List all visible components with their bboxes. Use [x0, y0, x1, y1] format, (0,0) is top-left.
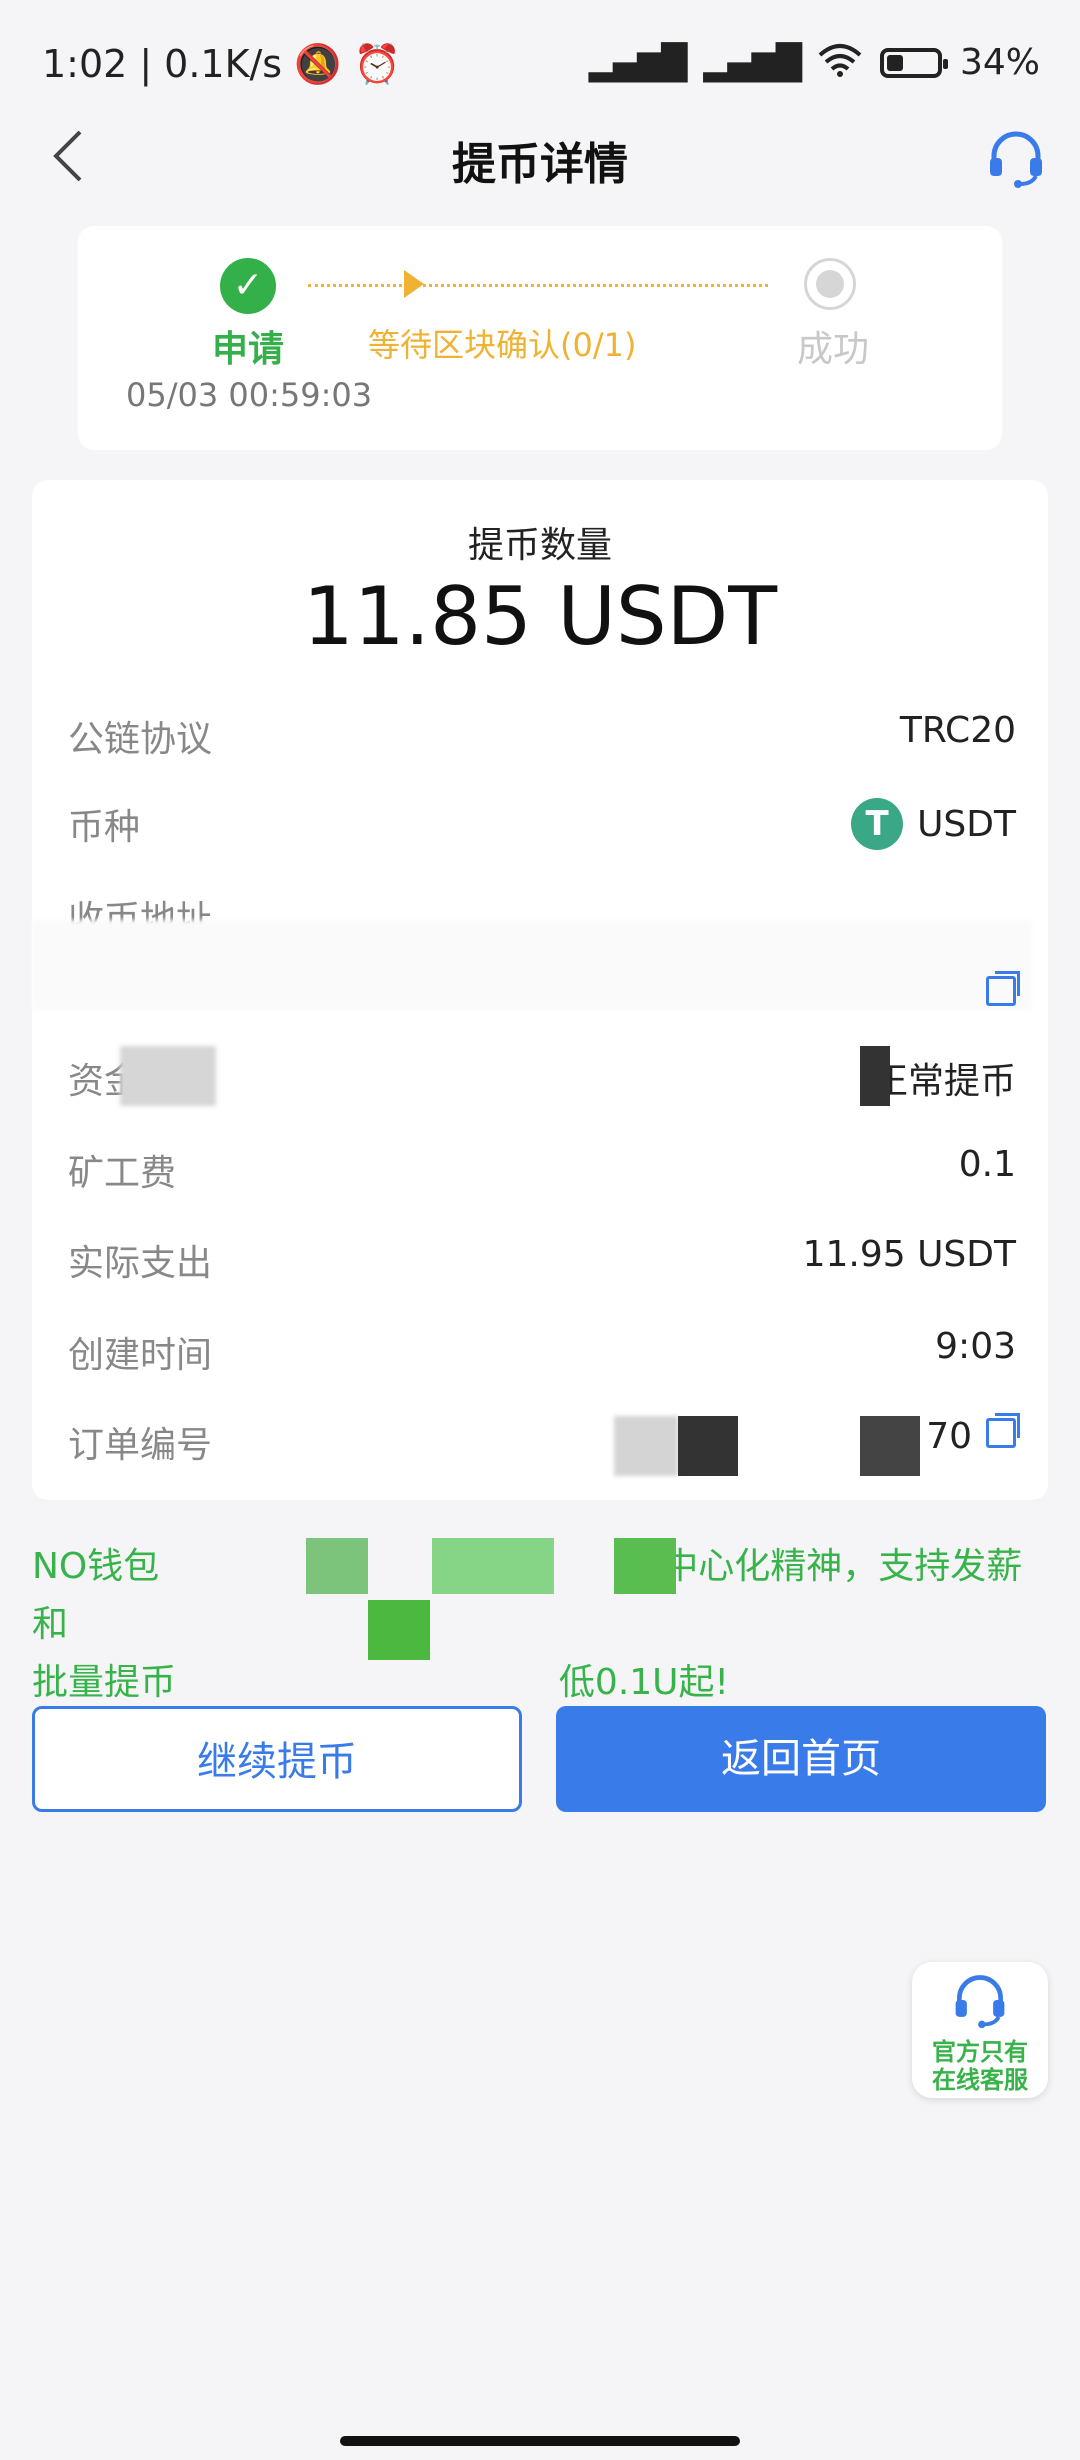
- step-apply-label: 申请: [211, 329, 284, 370]
- row-value: 11.95 USDT: [802, 1234, 1016, 1275]
- row-value: 0.1: [958, 1144, 1016, 1185]
- row-value: TRC20: [899, 710, 1016, 751]
- amount-value: 11.85 USDT: [302, 570, 778, 663]
- online-service-button[interactable]: 官方只有 在线客服: [912, 1962, 1048, 2098]
- step-confirm-label: 等待区块确认(0/1): [368, 326, 637, 364]
- notice-text: 批量提币: [32, 1662, 177, 1703]
- progress-connector: [308, 284, 768, 287]
- row-created: 创建时间 9:03: [68, 1326, 1016, 1386]
- status-time: 1:02: [42, 42, 128, 86]
- battery-icon: [879, 47, 948, 78]
- redacted-pixel: [306, 1538, 368, 1594]
- usdt-coin-icon: T: [851, 798, 904, 850]
- redacted-pixel: [432, 1538, 554, 1594]
- row-value: 9:03: [935, 1326, 1016, 1367]
- row-label: 币种: [68, 807, 141, 848]
- headset-icon: [955, 1975, 1005, 2029]
- wifi-icon: [818, 43, 862, 83]
- step-apply-time: 05/03 00:59:03: [126, 376, 373, 414]
- row-label: 订单编号: [68, 1425, 213, 1466]
- continue-withdraw-button[interactable]: 继续提币: [32, 1706, 522, 1812]
- service-label: 官方只有 在线客服: [912, 2038, 1048, 2094]
- service-line-1: 官方只有: [932, 2038, 1028, 2066]
- signal-icon-2: ▂▄▆█: [703, 42, 802, 83]
- copy-address-button[interactable]: [986, 971, 1020, 1006]
- status-speed: 0.1K/s: [164, 42, 283, 86]
- redacted-block: [614, 1416, 678, 1476]
- row-value: T USDT: [851, 798, 1016, 850]
- check-icon: ✓: [220, 258, 276, 314]
- amount-label: 提币数量: [467, 525, 612, 566]
- row-fee: 矿工费 0.1: [68, 1144, 1016, 1204]
- copy-icon: [986, 971, 1020, 1006]
- status-bar: 1:02 | 0.1K/s 🔕 ⏰ ▂▄▆█ ▂▄▆█ 34%: [0, 0, 1080, 120]
- alarm-icon: ⏰: [353, 42, 401, 86]
- row-label: 实际支出: [68, 1243, 213, 1284]
- row-value: 70: [926, 1413, 1020, 1457]
- headset-icon[interactable]: [984, 126, 1048, 190]
- copy-order-button[interactable]: [986, 1413, 1020, 1457]
- redacted-pixel: [368, 1600, 430, 1660]
- row-value: 正常提币: [871, 1061, 1016, 1102]
- redacted-block: [678, 1416, 738, 1476]
- battery-percent: 34%: [959, 42, 1040, 83]
- row-chain: 公链协议 TRC20: [68, 710, 1016, 770]
- home-indicator[interactable]: [340, 2436, 740, 2446]
- pending-circle-icon: [804, 258, 856, 310]
- coin-name: USDT: [917, 803, 1016, 845]
- redacted-address: [32, 920, 1032, 1010]
- page-title: 提币详情: [452, 139, 628, 190]
- step-success-label: 成功: [796, 329, 869, 370]
- service-line-2: 在线客服: [932, 2066, 1028, 2094]
- redacted-block: [860, 1046, 890, 1106]
- row-label: 矿工费: [68, 1153, 177, 1194]
- status-right: ▂▄▆█ ▂▄▆█ 34%: [589, 42, 1040, 83]
- back-home-button[interactable]: 返回首页: [556, 1706, 1046, 1812]
- row-coin: 币种 T USDT: [68, 798, 1016, 858]
- row-label: 创建时间: [68, 1335, 213, 1376]
- redacted-block: [860, 1416, 920, 1476]
- row-actual: 实际支出 11.95 USDT: [68, 1234, 1016, 1294]
- status-divider: |: [139, 42, 153, 86]
- progress-card: ✓ 申请 05/03 00:59:03 等待区块确认(0/1) 成功: [78, 226, 1002, 450]
- order-number: 70: [926, 1416, 972, 1457]
- notice-text: NO钱包: [32, 1546, 160, 1587]
- redacted-pixel: [614, 1538, 676, 1594]
- row-label: 公链协议: [68, 719, 213, 760]
- redacted-block: [120, 1046, 216, 1106]
- bell-off-icon: 🔕: [294, 42, 342, 86]
- notice-line-2: 批量提币 低0.1U起!: [32, 1654, 1052, 1712]
- notice-text: 低0.1U起!: [558, 1662, 729, 1703]
- signal-icon: ▂▄▆█: [588, 42, 688, 83]
- copy-icon: [986, 1413, 1020, 1448]
- status-left: 1:02 | 0.1K/s 🔕 ⏰: [42, 42, 401, 86]
- detail-card: 提币数量 11.85 USDT 公链协议 TRC20 币种 T USDT 收币地…: [32, 480, 1048, 1500]
- arrow-right-icon: [404, 270, 424, 298]
